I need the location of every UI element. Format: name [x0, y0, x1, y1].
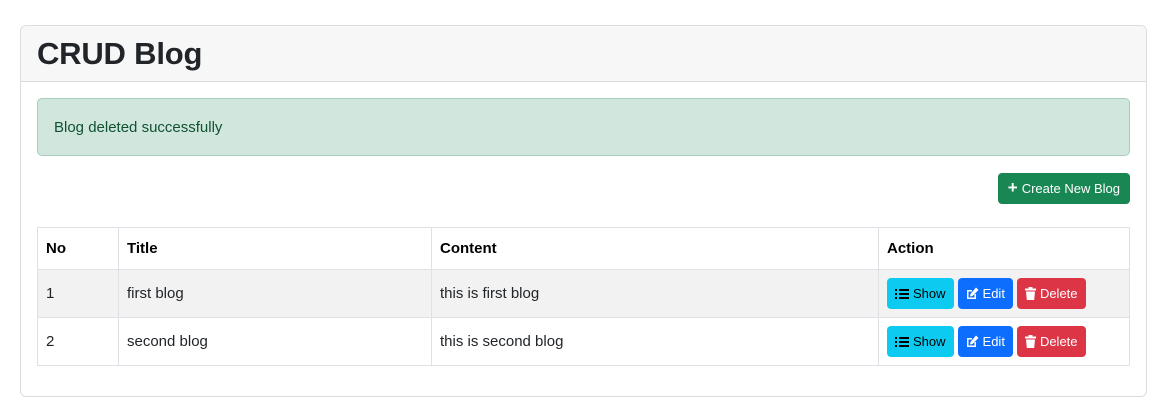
show-label: Show [913, 334, 946, 349]
list-icon [895, 288, 909, 300]
card-body: Blog deleted successfully + Create New B… [21, 82, 1146, 382]
cell-no: 1 [37, 269, 119, 318]
edit-button[interactable]: Edit [957, 278, 1013, 309]
cell-content: this is first blog [431, 269, 879, 318]
show-button[interactable]: Show [887, 326, 954, 357]
toolbar: + Create New Blog [37, 173, 1130, 204]
create-new-blog-label: Create New Blog [1021, 181, 1120, 196]
create-new-blog-button[interactable]: + Create New Blog [997, 173, 1130, 204]
cell-no: 2 [37, 317, 119, 366]
page-title: CRUD Blog [37, 35, 203, 71]
blog-card: CRUD Blog Blog deleted successfully + Cr… [20, 25, 1147, 397]
trash-icon [1024, 287, 1036, 300]
table-header-row: No Title Content Action [37, 227, 1130, 270]
edit-button[interactable]: Edit [957, 326, 1013, 357]
show-label: Show [913, 286, 946, 301]
delete-button[interactable]: Delete [1016, 278, 1086, 309]
delete-button[interactable]: Delete [1016, 326, 1086, 357]
column-header-action: Action [878, 227, 1130, 270]
cell-actions: Show Edit Delete [878, 317, 1130, 366]
cell-content: this is second blog [431, 317, 879, 366]
blog-table: No Title Content Action 1 first blog thi… [37, 227, 1130, 366]
edit-icon [966, 335, 979, 348]
row-actions: Show Edit Delete [887, 278, 1121, 309]
delete-label: Delete [1039, 334, 1078, 349]
show-button[interactable]: Show [887, 278, 954, 309]
edit-label: Edit [982, 334, 1005, 349]
table-row: 1 first blog this is first blog Show Edi… [37, 269, 1130, 318]
edit-label: Edit [982, 286, 1005, 301]
column-header-title: Title [118, 227, 432, 270]
trash-icon [1024, 335, 1036, 348]
column-header-content: Content [431, 227, 879, 270]
alert-message: Blog deleted successfully [54, 118, 223, 136]
table-row: 2 second blog this is second blog Show E… [37, 317, 1130, 366]
column-header-no: No [37, 227, 119, 270]
row-actions: Show Edit Delete [887, 326, 1121, 357]
card-header: CRUD Blog [21, 26, 1146, 82]
delete-label: Delete [1039, 286, 1078, 301]
success-alert: Blog deleted successfully [37, 98, 1130, 156]
edit-icon [966, 287, 979, 300]
cell-actions: Show Edit Delete [878, 269, 1130, 318]
plus-icon: + [1007, 178, 1018, 197]
list-icon [895, 336, 909, 348]
cell-title: first blog [118, 269, 432, 318]
cell-title: second blog [118, 317, 432, 366]
